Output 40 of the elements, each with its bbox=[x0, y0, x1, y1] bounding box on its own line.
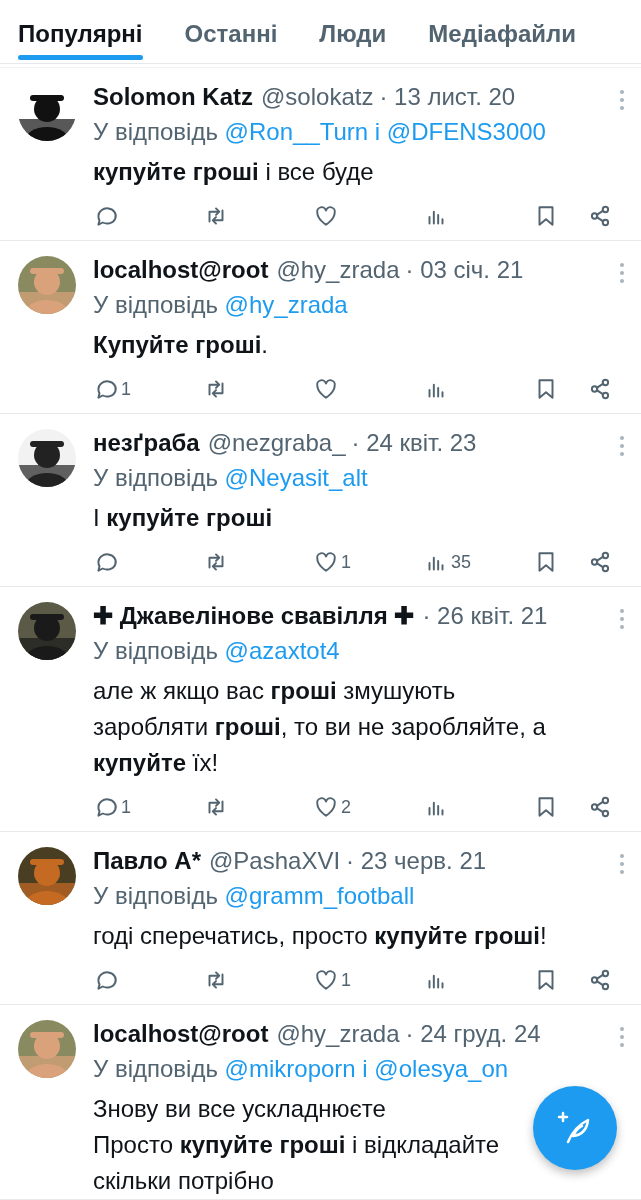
compose-button[interactable] bbox=[533, 1086, 617, 1170]
tab[interactable]: Медіафайли bbox=[428, 0, 576, 63]
tab[interactable]: Популярні bbox=[18, 0, 143, 63]
post-date: · 24 квіт. 23 bbox=[351, 428, 477, 458]
author-name[interactable]: незґраба bbox=[93, 426, 200, 460]
author-name[interactable]: Павло А* bbox=[93, 844, 201, 878]
action-count: 1 bbox=[121, 377, 131, 401]
author-handle[interactable]: @nezgraba_ bbox=[207, 426, 346, 460]
author-handle[interactable]: @PashaXVI bbox=[208, 844, 341, 878]
author-handle[interactable]: @solokatz bbox=[261, 80, 374, 114]
reply-to-line: У відповідь @gramm_football bbox=[93, 881, 416, 911]
post-text: Купуйте гроші. bbox=[93, 330, 269, 360]
author-name[interactable]: Solomon Katz bbox=[93, 80, 253, 114]
reply-to-line: У відповідь @azaxtot4 bbox=[93, 636, 341, 666]
post-date: · 26 квіт. 21 bbox=[422, 601, 548, 631]
post-text: але ж якщо вас гроші змушують заробляти гроші, то ви не заробляйте, а купуйте їх! bbox=[93, 676, 547, 778]
author-name[interactable]: localhost@root bbox=[93, 1017, 269, 1051]
post-date: · 13 лист. 20 bbox=[379, 82, 516, 112]
post-text: годі сперечатись, просто купуйте гроші! bbox=[93, 921, 547, 951]
reply-to-line: У відповідь @hy_zrada bbox=[93, 290, 349, 320]
post-date: · 23 черв. 21 bbox=[346, 846, 487, 876]
reply-to-line: У відповідь @mikroporn і @olesya_on bbox=[93, 1054, 510, 1084]
post-text: купуйте гроші і все буде bbox=[93, 157, 374, 187]
action-count: 35 bbox=[451, 550, 472, 574]
author-handle[interactable]: @hy_zrada bbox=[276, 253, 400, 287]
tab[interactable]: Останні bbox=[184, 0, 278, 63]
reply-to-line: У відповідь @Ron__Turn і @DFENS3000 bbox=[93, 117, 547, 147]
post-text: Знову ви все ускладнюєте Просто купуйте гроші і відкладайте скільки потрібно bbox=[93, 1094, 500, 1196]
action-count: 2 bbox=[341, 795, 351, 819]
tab[interactable]: Люди bbox=[319, 0, 387, 63]
reply-to-line: У відповідь @Neyasit_alt bbox=[93, 463, 369, 493]
post-text: І купуйте гроші bbox=[93, 503, 273, 533]
post-date: · 24 груд. 24 bbox=[405, 1019, 541, 1049]
author-name[interactable]: localhost@root bbox=[93, 253, 269, 287]
action-count: 1 bbox=[341, 968, 351, 992]
author-name[interactable]: ✚ Джавелінове свавілля ✚ bbox=[93, 599, 415, 633]
action-count: 1 bbox=[121, 795, 131, 819]
action-count: 1 bbox=[341, 550, 351, 574]
author-handle[interactable]: @hy_zrada bbox=[276, 1017, 400, 1051]
post-date: · 03 січ. 21 bbox=[405, 255, 524, 285]
